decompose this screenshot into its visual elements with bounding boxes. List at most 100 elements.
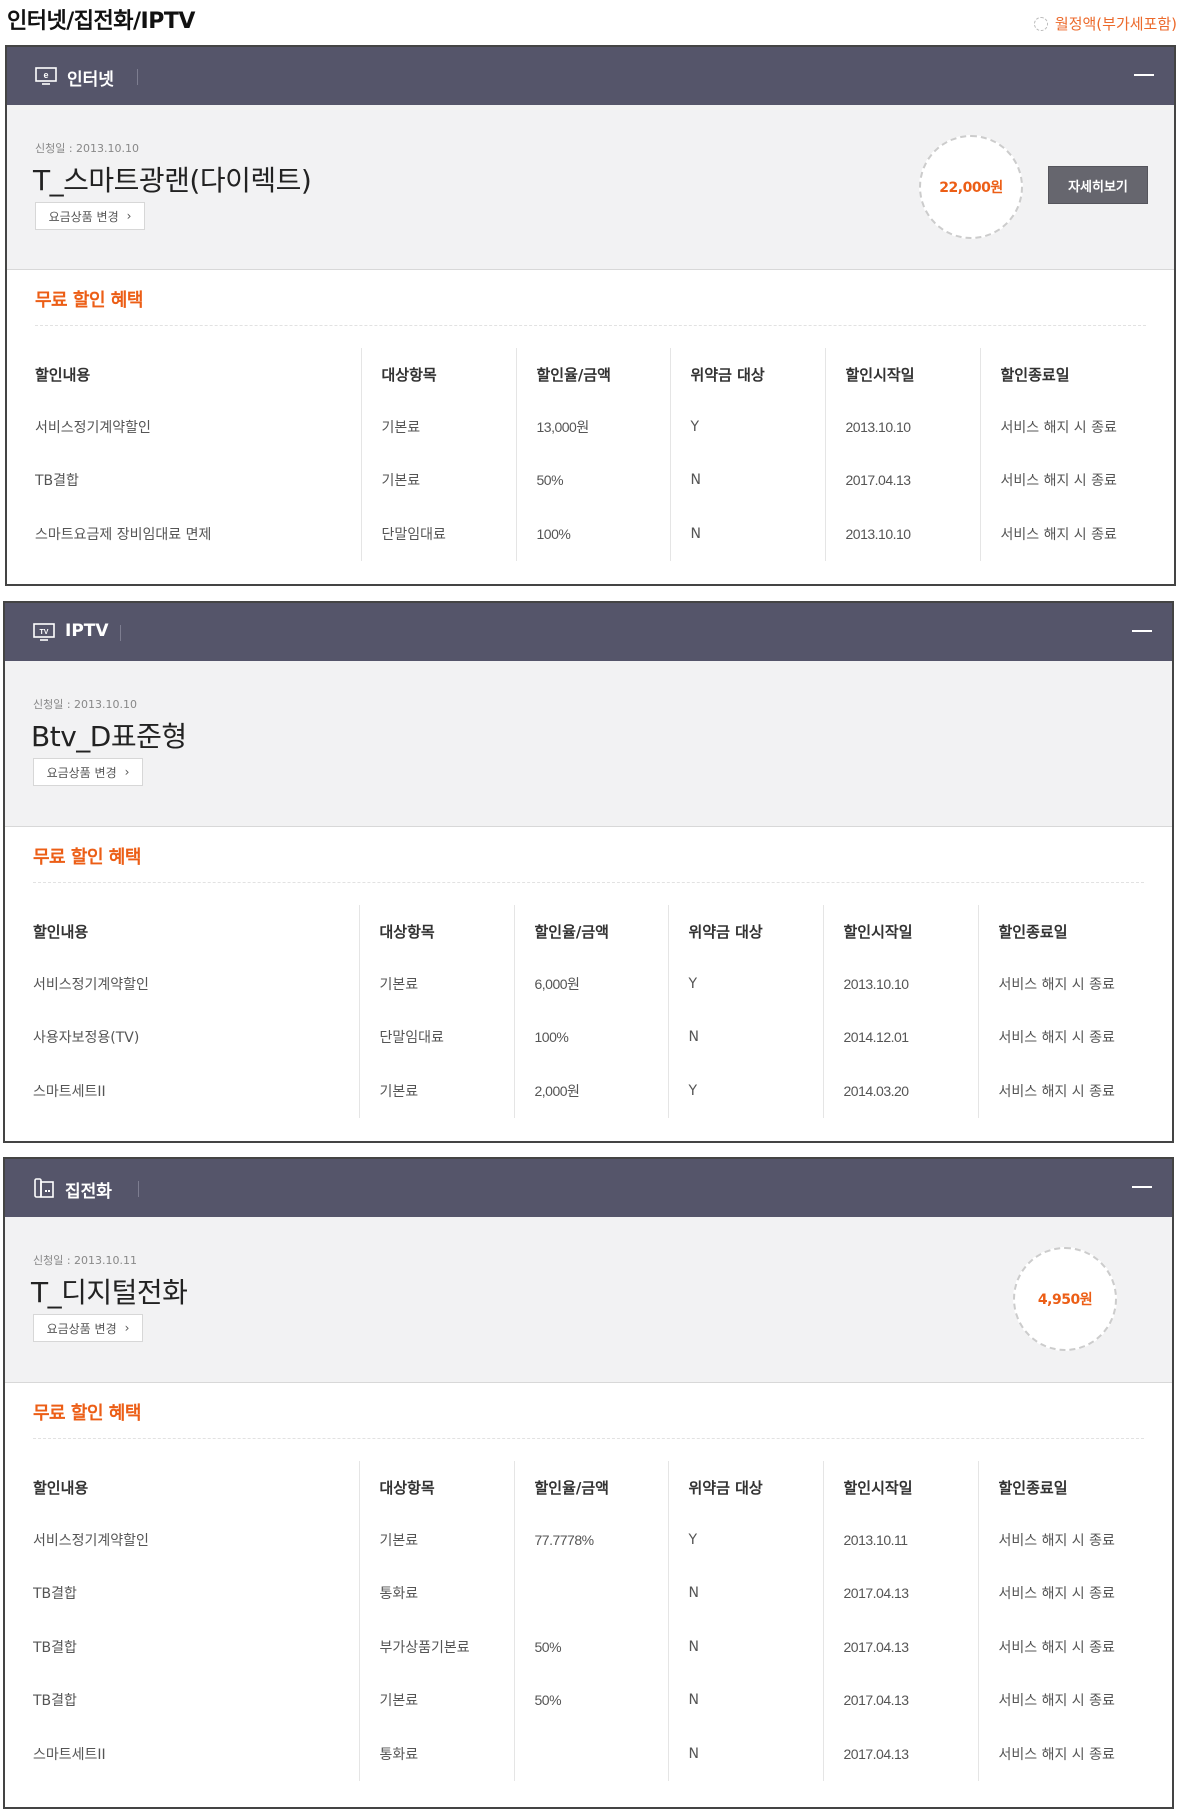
iptv-section-header[interactable]: TV IPTV [5, 603, 1172, 661]
table-row: 서비스정기계약할인 기본료 13,000원 Y 2013.10.10 서비스 해… [35, 400, 1150, 454]
table-cell: 기본료 [358, 1513, 514, 1567]
table-cell: 스마트세트II [33, 1083, 106, 1100]
table-cell: 기본료 [358, 957, 514, 1011]
internet-benefit-area: 무료 할인 혜택 할인내용 대상항목 할인율/금액 위약금 대상 할인시작일 할… [7, 270, 1174, 561]
table-header-row: 할인내용 대상항목 할인율/금액 위약금 대상 할인시작일 할인종료일 [33, 905, 1148, 957]
chevron-right-icon: › [126, 209, 132, 223]
table-row: TB결합 통화료 N 2017.04.13 서비스 해지 시 종료 [33, 1566, 1148, 1620]
table-row: 스마트세트II 기본료 2,000원 Y 2014.03.20 서비스 해지 시… [33, 1064, 1148, 1118]
table-cell: Y [667, 1513, 823, 1567]
table-cell: 서비스 해지 시 종료 [979, 400, 1150, 454]
table-cell: 서비스 해지 시 종료 [979, 453, 1150, 507]
table-cell: 서비스 해지 시 종료 [977, 1064, 1148, 1118]
phone-plan-area: 신청일 : 2013.10.11 T_디지털전화 요금상품 변경 › 4,950… [5, 1217, 1172, 1383]
column-header: 할인시작일 [822, 1461, 978, 1513]
table-cell: 2017.04.13 [824, 453, 980, 507]
table-cell: TB결합 [35, 473, 79, 490]
header-divider [137, 69, 138, 85]
table-cell: 50% [513, 1673, 668, 1727]
table-cell: 2014.03.20 [822, 1064, 978, 1118]
change-plan-button[interactable]: 요금상품 변경 › [33, 758, 143, 786]
table-cell: 2017.04.13 [822, 1620, 978, 1674]
table-cell: 부가상품기본료 [358, 1620, 514, 1674]
benefit-title: 무료 할인 혜택 [35, 270, 1146, 326]
table-cell: 서비스 해지 시 종료 [977, 957, 1148, 1011]
change-plan-button[interactable]: 요금상품 변경 › [35, 202, 145, 230]
table-cell: 100% [515, 507, 670, 561]
table-cell: 통화료 [358, 1727, 514, 1781]
dotted-circle-icon [1033, 16, 1048, 31]
column-header: 할인내용 [33, 1478, 89, 1497]
column-header: 위약금 대상 [667, 905, 823, 957]
monthly-fee-note: 월정액(부가세포함) [1033, 13, 1177, 34]
collapse-icon[interactable] [1132, 630, 1152, 632]
column-header: 대상항목 [358, 1461, 514, 1513]
change-plan-label: 요금상품 변경 [46, 1321, 117, 1336]
column-header: 할인율/금액 [513, 905, 668, 957]
table-cell: 스마트요금제 장비임대료 면제 [35, 526, 212, 543]
change-plan-button[interactable]: 요금상품 변경 › [33, 1314, 143, 1342]
table-row: 스마트세트II 통화료 N 2017.04.13 서비스 해지 시 종료 [33, 1727, 1148, 1781]
apply-date: 신청일 : 2013.10.10 [33, 698, 138, 711]
table-cell: 서비스 해지 시 종료 [977, 1513, 1148, 1567]
apply-date: 신청일 : 2013.10.10 [35, 142, 140, 155]
phone-icon [34, 1178, 54, 1198]
benefit-table: 할인내용 대상항목 할인율/금액 위약금 대상 할인시작일 할인종료일 서비스정… [35, 348, 1150, 561]
table-header-row: 할인내용 대상항목 할인율/금액 위약금 대상 할인시작일 할인종료일 [33, 1461, 1148, 1513]
table-row: TB결합 기본료 50% N 2017.04.13 서비스 해지 시 종료 [35, 453, 1150, 507]
table-cell: 13,000원 [515, 400, 670, 454]
benefit-title: 무료 할인 혜택 [33, 1383, 1144, 1439]
column-header: 위약금 대상 [669, 348, 825, 400]
table-cell: 2013.10.11 [822, 1513, 978, 1567]
table-cell: N [667, 1566, 823, 1620]
table-header-row: 할인내용 대상항목 할인율/금액 위약금 대상 할인시작일 할인종료일 [35, 348, 1150, 400]
table-cell: 2013.10.10 [822, 957, 978, 1011]
column-header: 위약금 대상 [667, 1461, 823, 1513]
internet-plan-area: 신청일 : 2013.10.10 T_스마트광랜(다이렉트) 요금상품 변경 ›… [7, 105, 1174, 270]
svg-text:e: e [43, 70, 48, 80]
table-cell: 서비스정기계약할인 [33, 976, 149, 993]
phone-section: 집전화 신청일 : 2013.10.11 T_디지털전화 요금상품 변경 › 4… [3, 1157, 1174, 1809]
column-header: 할인종료일 [977, 905, 1148, 957]
column-header: 할인종료일 [977, 1461, 1148, 1513]
monthly-price-badge: 4,950원 [1013, 1247, 1117, 1351]
svg-text:TV: TV [40, 629, 49, 636]
phone-section-header[interactable]: 집전화 [5, 1159, 1172, 1217]
collapse-icon[interactable] [1134, 74, 1154, 76]
internet-section-header[interactable]: e 인터넷 [7, 47, 1174, 105]
change-plan-label: 요금상품 변경 [48, 209, 119, 224]
chevron-right-icon: › [124, 1321, 130, 1335]
benefit-table: 할인내용 대상항목 할인율/금액 위약금 대상 할인시작일 할인종료일 서비스정… [33, 1461, 1148, 1781]
table-cell: Y [669, 400, 825, 454]
iptv-benefit-area: 무료 할인 혜택 할인내용 대상항목 할인율/금액 위약금 대상 할인시작일 할… [5, 827, 1172, 1118]
table-cell: 2017.04.13 [822, 1566, 978, 1620]
table-cell: 기본료 [358, 1673, 514, 1727]
column-header: 대상항목 [358, 905, 514, 957]
column-header: 할인율/금액 [513, 1461, 668, 1513]
table-cell: 서비스 해지 시 종료 [977, 1620, 1148, 1674]
header-divider [120, 625, 121, 641]
column-header: 대상항목 [360, 348, 516, 400]
table-cell: 단말임대료 [358, 1010, 514, 1064]
phone-benefit-area: 무료 할인 혜택 할인내용 대상항목 할인율/금액 위약금 대상 할인시작일 할… [5, 1383, 1172, 1781]
table-cell: 단말임대료 [360, 507, 516, 561]
table-cell: 사용자보정용(TV) [33, 1030, 140, 1047]
table-cell: N [667, 1010, 823, 1064]
change-plan-label: 요금상품 변경 [46, 765, 117, 780]
column-header: 할인내용 [35, 365, 91, 384]
collapse-icon[interactable] [1132, 1186, 1152, 1188]
page-title: 인터넷/집전화/IPTV [7, 9, 195, 34]
table-row: 스마트요금제 장비임대료 면제 단말임대료 100% N 2013.10.10 … [35, 507, 1150, 561]
view-details-button[interactable]: 자세히보기 [1048, 166, 1148, 204]
table-cell: 서비스 해지 시 종료 [977, 1566, 1148, 1620]
column-header: 할인내용 [33, 922, 89, 941]
table-row: TB결합 부가상품기본료 50% N 2017.04.13 서비스 해지 시 종… [33, 1620, 1148, 1674]
table-cell: 스마트세트II [33, 1746, 106, 1763]
table-cell: 6,000원 [513, 957, 668, 1011]
internet-section-title: 인터넷 [67, 70, 114, 90]
table-cell: 50% [515, 453, 670, 507]
table-cell: 2017.04.13 [822, 1727, 978, 1781]
monitor-icon: e [35, 67, 57, 85]
plan-name: T_디지털전화 [31, 1276, 188, 1309]
table-cell: 기본료 [360, 400, 516, 454]
